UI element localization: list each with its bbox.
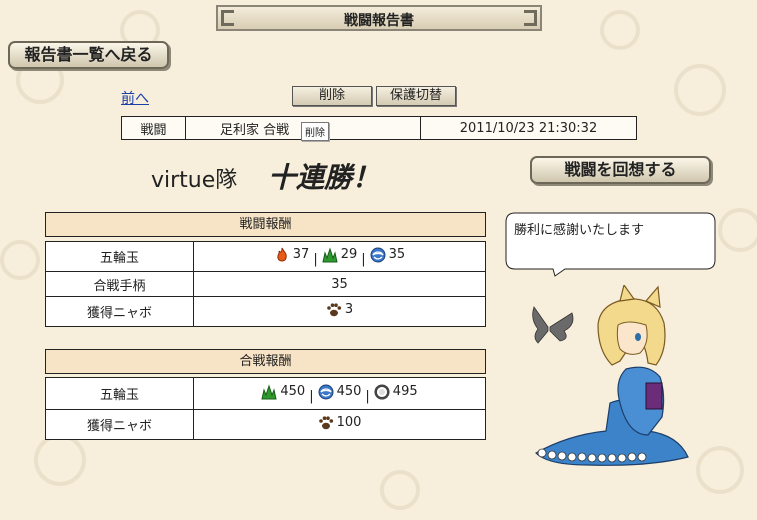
water-orb-icon — [370, 247, 386, 262]
paw-icon — [327, 302, 341, 316]
war-reward-table: 五輪玉 450 | 450 | 495 獲得ニャボ 100 — [45, 377, 486, 440]
orb-value: 37 — [292, 247, 310, 262]
row-label: 五輪玉 — [45, 241, 194, 272]
recall-battle-label: 戦闘を回想する — [564, 160, 677, 179]
page-title-bar: 戦闘報告書 — [216, 5, 542, 31]
fire-orb-icon — [277, 247, 287, 261]
battle-info-table: 戦闘 足利家 合戦結果 2011/10/23 21:30:32 — [121, 116, 637, 140]
table-row: 獲得ニャボ 100 — [45, 409, 486, 440]
unit-name: virtue隊 — [151, 168, 238, 193]
protect-toggle-button[interactable]: 保護切替 — [376, 86, 456, 106]
nyabo-cell: 3 — [193, 296, 486, 327]
battle-category: 戦闘 — [121, 116, 186, 140]
battle-name: 足利家 合戦 — [220, 122, 290, 138]
orb-value: 450 — [280, 384, 306, 399]
nyabo-value: 3 — [344, 302, 354, 317]
row-label: 獲得ニャボ — [45, 296, 194, 327]
orb-values: 450 | 450 | 495 — [193, 377, 486, 410]
earth-orb-icon — [322, 246, 338, 262]
orb-value: 29 — [340, 247, 358, 262]
butterfly-icon — [532, 306, 574, 344]
back-to-list-label: 報告書一覧へ戻る — [24, 45, 153, 64]
nyabo-value: 100 — [336, 415, 362, 430]
row-label: 合戦手柄 — [45, 271, 194, 297]
speech-text: 勝利に感謝いたします — [514, 223, 645, 238]
delete-tooltip: 削除 — [301, 122, 329, 141]
recall-battle-button[interactable]: 戦闘を回想する — [530, 156, 711, 184]
back-to-list-button[interactable]: 報告書一覧へ戻る — [8, 41, 169, 69]
orb-value: 495 — [392, 384, 418, 399]
table-row: 五輪玉 37 | 29 | 35 — [45, 241, 486, 272]
battle-reward-table: 五輪玉 37 | 29 | 35 合戦手柄 35 獲得ニャボ 3 — [45, 241, 486, 327]
table-row: 五輪玉 450 | 450 | 495 — [45, 377, 486, 410]
page-title: 戦闘報告書 — [344, 13, 414, 29]
row-label: 獲得ニャボ — [45, 409, 194, 440]
orb-value: 35 — [388, 247, 406, 262]
orb-values: 37 | 29 | 35 — [193, 241, 486, 272]
win-streak: 十連勝！ — [268, 161, 381, 194]
cat-character-illustration — [532, 285, 689, 466]
merit-value: 35 — [193, 271, 486, 297]
paw-icon — [318, 415, 333, 429]
earth-orb-icon — [261, 383, 277, 399]
battle-reward-title: 戦闘報酬 — [45, 212, 486, 237]
orb-value: 450 — [336, 384, 362, 399]
water-orb-icon — [318, 384, 334, 399]
row-label: 五輪玉 — [45, 377, 194, 410]
void-orb-icon — [374, 383, 390, 400]
battle-datetime: 2011/10/23 21:30:32 — [420, 116, 637, 140]
prev-link[interactable]: 前へ — [121, 88, 149, 108]
nyabo-cell: 100 — [193, 409, 486, 440]
delete-button[interactable]: 削除 — [292, 86, 372, 106]
table-row: 獲得ニャボ 3 — [45, 296, 486, 327]
table-row: 合戦手柄 35 — [45, 271, 486, 297]
war-reward-title: 合戦報酬 — [45, 349, 486, 374]
